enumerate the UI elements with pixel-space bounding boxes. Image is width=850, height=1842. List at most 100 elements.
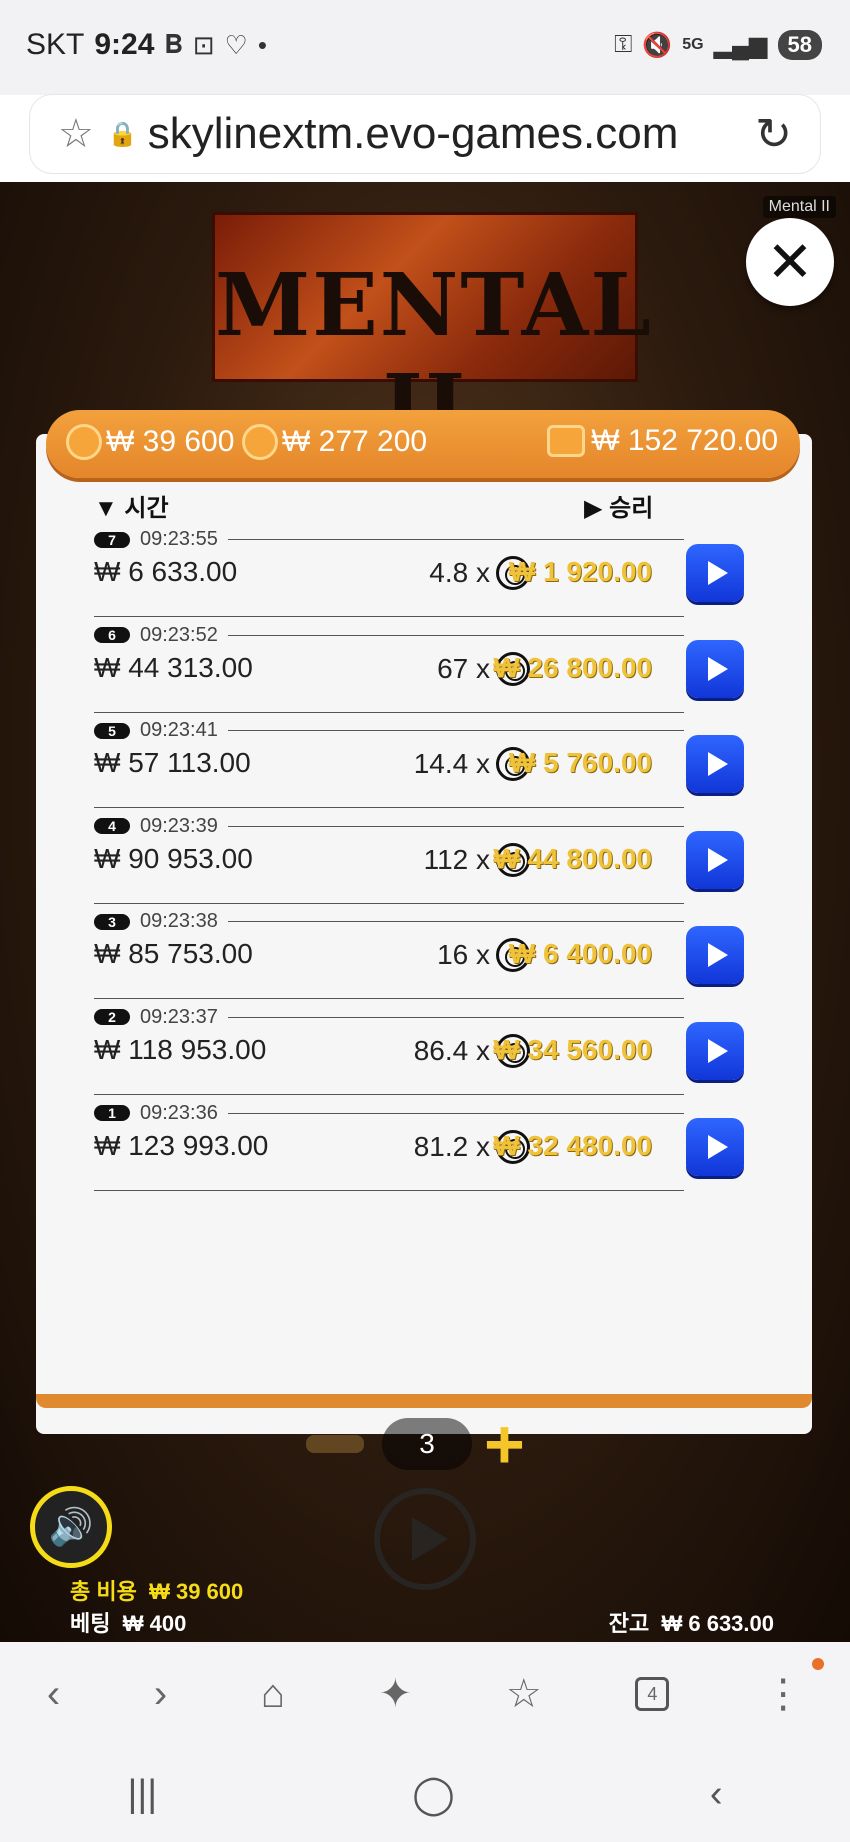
total-cost: 총 비용 ₩ 39 600 <box>70 1579 244 1604</box>
row-meta: 3 09:23:38 <box>94 910 684 933</box>
round-time: 09:23:55 <box>140 528 218 550</box>
network-label: 5G <box>682 36 704 53</box>
row-balance: ₩ 57 113.00 <box>94 747 251 779</box>
sort-time-header[interactable]: ▼ 시간 <box>94 488 169 523</box>
replay-button[interactable] <box>686 830 744 889</box>
row-meta: 6 09:23:52 <box>94 624 684 647</box>
row-balance: ₩ 123 993.00 <box>94 1129 269 1161</box>
round-time: 09:23:36 <box>140 1101 218 1124</box>
divider <box>227 634 684 636</box>
coin-icon <box>242 424 278 460</box>
round-time: 09:23:38 <box>140 910 218 933</box>
back-icon[interactable]: ‹ <box>47 1672 60 1717</box>
sound-button[interactable]: 🔊 <box>30 1486 112 1568</box>
ai-sparkle-icon[interactable]: ✦ <box>379 1671 413 1717</box>
replay-button[interactable] <box>686 639 744 698</box>
menu-icon[interactable]: ⋮ <box>763 1671 803 1717</box>
divider <box>227 1016 684 1018</box>
replay-button[interactable] <box>686 926 744 985</box>
round-number-badge: 7 <box>94 531 130 548</box>
replay-button[interactable] <box>686 735 744 794</box>
row-balance: ₩ 85 753.00 <box>94 938 253 970</box>
panel-footer-bar <box>36 1394 812 1408</box>
row-meta: 4 09:23:39 <box>94 815 684 838</box>
coin-icon <box>66 424 102 460</box>
round-number-badge: 2 <box>94 1009 130 1026</box>
bookmarks-icon[interactable]: ☆ <box>506 1671 542 1717</box>
row-meta: 5 09:23:41 <box>94 719 684 742</box>
more-dot-icon: • <box>257 29 267 60</box>
divider <box>227 825 684 827</box>
bookmark-star-icon[interactable]: ☆ <box>58 111 94 157</box>
round-time: 09:23:39 <box>140 814 218 837</box>
row-meta: 7 09:23:55 <box>94 528 684 551</box>
decrease-button[interactable] <box>306 1435 364 1453</box>
tabs-button[interactable]: 4 <box>635 1677 670 1711</box>
divider <box>227 539 684 540</box>
game-viewport: MENTAL II Mental II ✕ ₩ 39 600 ₩ 277 200… <box>0 182 850 1642</box>
reload-icon[interactable]: ↻ <box>755 109 792 160</box>
back-nav-icon[interactable]: ‹ <box>710 1773 723 1816</box>
history-row: 5 09:23:41 ₩ 57 113.00 14.4 x ₩ 5 760.00 <box>94 713 754 809</box>
status-bar: SKT 9:24 𝐁 ⊡ ♡ • ⚿ 🔇 5G ▂▄▆ 58 <box>0 0 850 95</box>
round-time: 09:23:41 <box>140 719 218 742</box>
stepper-value: 3 <box>382 1418 472 1470</box>
divider <box>94 1189 684 1191</box>
home-icon[interactable]: ⌂ <box>261 1672 285 1717</box>
row-meta: 2 09:23:37 <box>94 1006 684 1029</box>
balance-amount: 잔고 ₩ 6 633.00 <box>608 1611 774 1636</box>
wallet-icon <box>547 425 586 457</box>
clock: 9:24 <box>94 28 155 61</box>
replay-button[interactable] <box>686 1021 744 1080</box>
row-win: ₩ 5 760.00 <box>508 747 652 779</box>
divider <box>227 1112 684 1114</box>
row-meta: 1 09:23:36 <box>94 1102 684 1125</box>
round-number-badge: 3 <box>94 913 130 930</box>
close-button[interactable]: ✕ <box>746 218 834 306</box>
heart-app-icon: ♡ <box>224 29 248 60</box>
b-app-icon: 𝐁 <box>164 29 183 59</box>
row-balance: ₩ 90 953.00 <box>94 842 253 874</box>
recent-apps-icon[interactable]: ||| <box>128 1773 158 1816</box>
address-bar[interactable]: ☆ 🔒 skylinextm.evo-games.com ↻ <box>30 95 820 173</box>
row-win: ₩ 1 920.00 <box>508 556 652 587</box>
history-list: 7 09:23:55 ₩ 6 633.00 4.8 x ₩ 1 920.00 6 09:23… <box>94 522 754 1191</box>
round-time: 09:23:37 <box>140 1005 218 1028</box>
win-total: ₩ 277 200 <box>282 425 428 458</box>
browser-toolbar: ‹ › ⌂ ✦ ☆ 4 ⋮ <box>0 1642 850 1746</box>
system-nav-bar: ||| ◯ ‹ <box>0 1746 850 1842</box>
increase-button[interactable]: + <box>484 1409 525 1479</box>
history-row: 6 09:23:52 ₩ 44 313.00 67 x ₩ 26 800.00 <box>94 618 754 714</box>
replay-button[interactable] <box>686 1117 744 1176</box>
round-number-badge: 4 <box>94 818 130 835</box>
history-row: 4 09:23:39 ₩ 90 953.00 112 x ₩ 44 800.00 <box>94 809 754 905</box>
game-name-label: Mental II <box>762 196 836 218</box>
spin-button[interactable] <box>374 1488 476 1590</box>
sort-win-header[interactable]: ▶ 승리 <box>584 488 653 523</box>
row-win: ₩ 6 400.00 <box>508 938 652 970</box>
divider <box>227 730 684 732</box>
carrier-label: SKT <box>26 28 85 61</box>
url-text[interactable]: skylinextm.evo-games.com <box>148 109 728 159</box>
row-balance: ₩ 44 313.00 <box>94 651 253 683</box>
header-balance: ₩ 152 720.00 <box>591 424 778 457</box>
win-column-label: 승리 <box>609 495 654 522</box>
row-win: ₩ 32 480.00 <box>493 1129 652 1161</box>
key-icon: ⚿ <box>614 31 633 58</box>
bet-total: ₩ 39 600 <box>106 425 235 458</box>
history-row: 3 09:23:38 ₩ 85 753.00 16 x ₩ 6 400.00 <box>94 904 754 1000</box>
divider <box>227 921 684 923</box>
time-column-label: 시간 <box>124 495 169 522</box>
history-row: 1 09:23:36 ₩ 123 993.00 81.2 x ₩ 32 480.00 <box>94 1096 754 1192</box>
round-number-badge: 5 <box>94 722 130 739</box>
signal-icon: ▂▄▆ <box>713 31 768 59</box>
forward-icon[interactable]: › <box>154 1672 167 1717</box>
notification-dot <box>812 1658 824 1670</box>
bet-amount: 베팅 ₩ 400 <box>70 1611 187 1636</box>
lock-icon[interactable]: 🔒 <box>108 120 138 149</box>
battery-indicator: 58 <box>777 30 822 60</box>
row-win: ₩ 44 800.00 <box>493 842 652 874</box>
speaker-icon: 🔊 <box>48 1506 94 1547</box>
home-nav-icon[interactable]: ◯ <box>412 1772 455 1817</box>
replay-button[interactable] <box>686 544 744 602</box>
